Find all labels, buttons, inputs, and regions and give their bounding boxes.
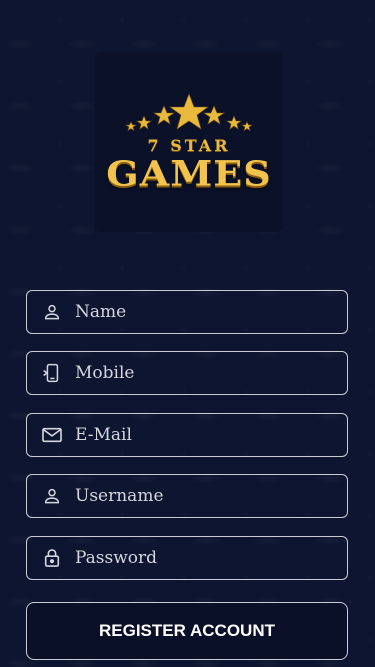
lock-icon <box>41 547 63 569</box>
password-input[interactable] <box>75 548 347 568</box>
mobile-input[interactable] <box>75 363 347 383</box>
username-input[interactable] <box>75 486 347 506</box>
mobile-field[interactable] <box>26 351 348 395</box>
email-input[interactable] <box>75 425 347 445</box>
logo: 7 STAR GAMES <box>95 52 283 232</box>
username-field[interactable] <box>26 474 348 518</box>
register-account-button[interactable]: REGISTER ACCOUNT <box>26 602 348 660</box>
mobile-icon <box>41 362 63 384</box>
name-field[interactable] <box>26 290 348 334</box>
mail-icon <box>41 424 63 446</box>
logo-line2: GAMES <box>106 152 272 194</box>
email-field[interactable] <box>26 413 348 457</box>
person-icon <box>41 301 63 323</box>
password-field[interactable] <box>26 536 348 580</box>
name-input[interactable] <box>75 302 347 322</box>
stars-icon <box>125 92 253 131</box>
person-icon <box>41 485 63 507</box>
logo-line1: 7 STAR <box>147 135 231 155</box>
